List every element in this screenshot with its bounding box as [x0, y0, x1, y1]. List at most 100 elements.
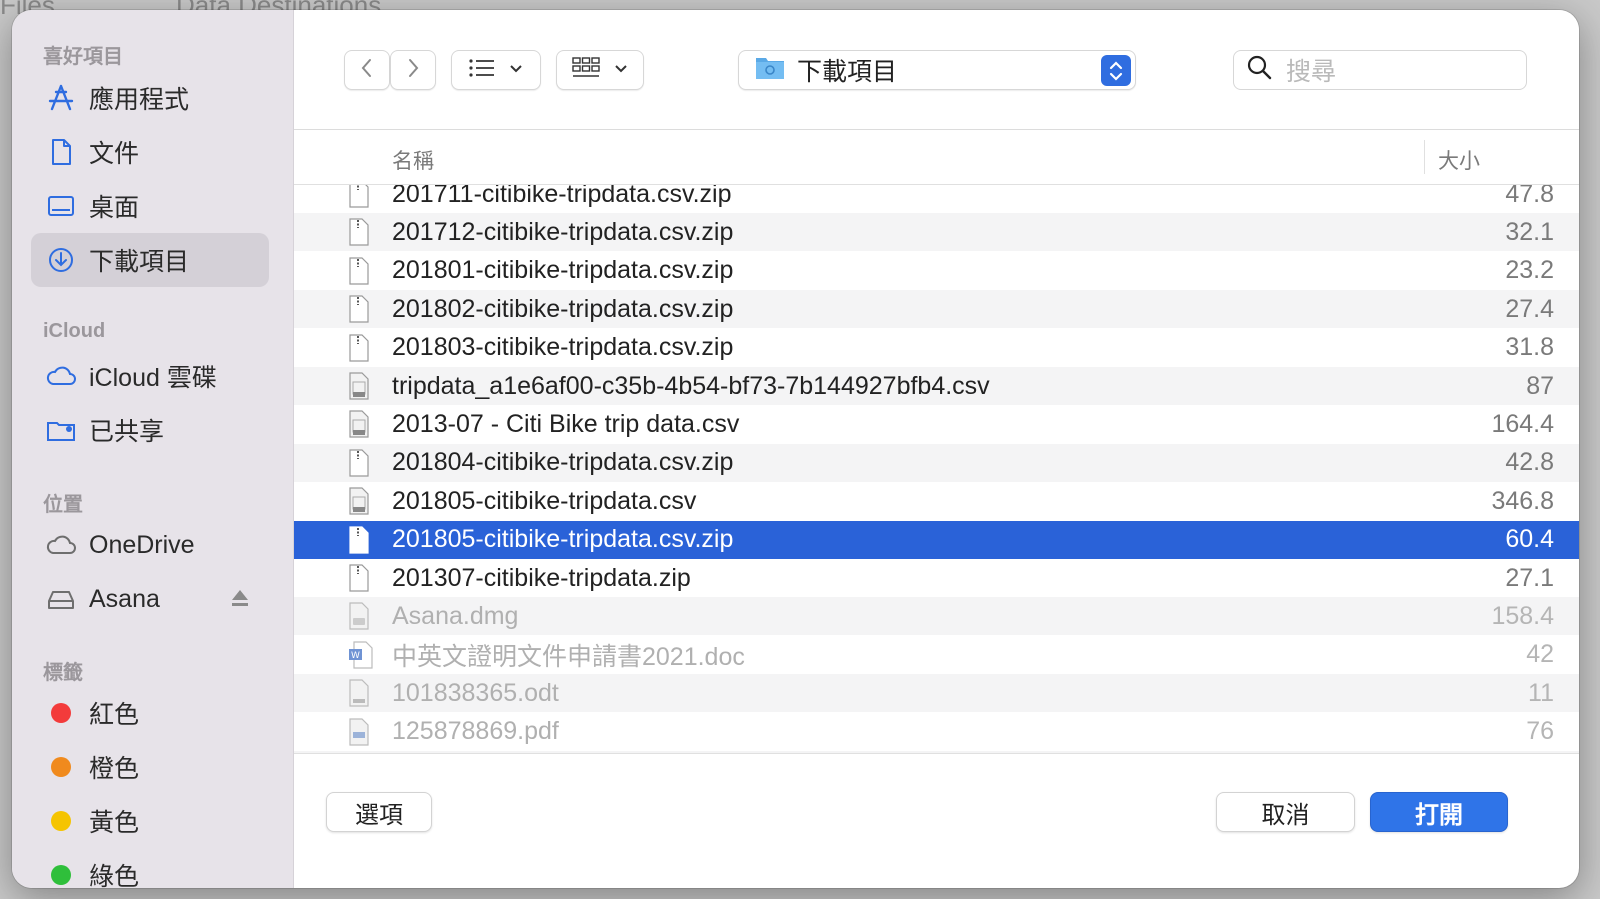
file-row[interactable]: 201712-citibike-tripdata.csv.zip 32.1	[294, 213, 1579, 253]
location-popup[interactable]: 下載項目	[738, 50, 1136, 90]
file-size: 42.8	[1505, 448, 1554, 477]
column-header-size[interactable]: 大小	[1438, 145, 1480, 175]
sidebar-item-applications[interactable]: 應用程式	[31, 71, 269, 125]
file-row[interactable]: W 中英文證明文件申請書2021.doc 42	[294, 636, 1579, 674]
file-row[interactable]: 201307-citibike-tripdata.zip 27.1	[294, 559, 1579, 597]
section-locations: 位置	[43, 494, 83, 516]
sidebar-item-label: 桌面	[89, 194, 140, 222]
open-button[interactable]: 打開	[1370, 792, 1508, 832]
sidebar-item-desktop[interactable]: 桌面	[31, 179, 269, 233]
file-size: 158.4	[1491, 601, 1554, 630]
file-row[interactable]: 101838365.odt 11	[294, 674, 1579, 714]
file-row[interactable]: Asana.dmg 158.4	[294, 597, 1579, 637]
sidebar-item-tag-yellow[interactable]: 黃色	[31, 794, 269, 848]
sidebar-item-shared[interactable]: 已共享	[31, 403, 269, 457]
zip-file-icon	[348, 218, 370, 253]
zip-file-icon	[348, 295, 370, 330]
sidebar-item-tag-red[interactable]: 紅色	[31, 686, 269, 740]
sidebar-item-label: Asana	[89, 584, 160, 613]
sidebar-item-label: 已共享	[89, 418, 165, 446]
back-button[interactable]	[344, 50, 390, 90]
file-row[interactable]: 201711-citibike-tripdata.csv.zip 47.8	[294, 185, 1579, 213]
sidebar-item-documents[interactable]: 文件	[31, 125, 269, 179]
column-divider[interactable]	[1424, 140, 1425, 174]
downloads-icon	[45, 244, 77, 276]
file-name: 201307-citibike-tripdata.zip	[392, 563, 691, 592]
sidebar-item-label: OneDrive	[89, 530, 195, 559]
file-row[interactable]: tripdata_a1e6af00-c35b-4b54-bf73-7b14492…	[294, 367, 1579, 405]
chevron-left-icon	[359, 57, 375, 84]
file-name: 201802-citibike-tripdata.csv.zip	[392, 294, 734, 323]
csv-file-icon	[348, 487, 370, 522]
file-size: 42	[1526, 640, 1554, 669]
list-view-button[interactable]	[451, 50, 541, 90]
chevron-down-icon	[614, 61, 628, 79]
disk-icon	[45, 583, 77, 615]
file-list[interactable]: 201711-citibike-tripdata.csv.zip 47.8 2017…	[294, 185, 1579, 753]
csv-file-icon	[348, 372, 370, 407]
search-field[interactable]: 搜尋	[1233, 50, 1527, 90]
pdf-file-icon	[348, 717, 370, 753]
odt-file-icon	[348, 679, 370, 714]
chevron-right-icon	[405, 57, 421, 84]
sidebar-item-tag-orange[interactable]: 橙色	[31, 740, 269, 794]
file-name: 2013-07 - Citi Bike trip data.csv	[392, 409, 740, 438]
eject-icon[interactable]	[229, 587, 251, 616]
tag-orange-dot	[51, 757, 71, 777]
file-size: 76	[1526, 717, 1554, 746]
icloud-icon	[45, 360, 77, 392]
file-size: 87	[1526, 371, 1554, 400]
file-name: 201801-citibike-tripdata.csv.zip	[392, 256, 734, 285]
sidebar-item-label: 橙色	[89, 755, 140, 783]
zip-file-icon	[348, 525, 370, 561]
sidebar-item-label: iCloud 雲碟	[89, 364, 217, 392]
file-row[interactable]: 201801-citibike-tripdata.csv.zip 23.2	[294, 252, 1579, 290]
sidebar-item-label: 文件	[89, 140, 140, 168]
zip-file-icon	[348, 449, 370, 484]
open-file-dialog: 喜好項目 應用程式 文件 桌面 下載項目 iCloud iCloud 雲碟 已共…	[12, 10, 1579, 888]
zip-file-icon	[348, 257, 370, 292]
file-name: tripdata_a1e6af00-c35b-4b54-bf73-7b14492…	[392, 371, 990, 400]
sidebar-item-label: 紅色	[89, 701, 140, 729]
grid-icon	[572, 56, 600, 84]
sidebar: 喜好項目 應用程式 文件 桌面 下載項目 iCloud iCloud 雲碟 已共…	[12, 10, 294, 888]
desktop-icon	[45, 190, 77, 222]
toolbar: 下載項目 搜尋	[294, 10, 1579, 130]
zip-file-icon	[348, 564, 370, 599]
cancel-button[interactable]: 取消	[1216, 792, 1355, 832]
sidebar-item-onedrive[interactable]: OneDrive	[31, 518, 269, 572]
file-row[interactable]: 201805-citibike-tripdata.csv 346.8	[294, 482, 1579, 520]
file-row[interactable]: 2013-07 - Citi Bike trip data.csv 164.4	[294, 405, 1579, 443]
shared-folder-icon	[45, 414, 77, 446]
options-button[interactable]: 選項	[326, 792, 432, 832]
search-placeholder: 搜尋	[1286, 58, 1337, 86]
forward-button[interactable]	[390, 50, 436, 90]
tag-red-dot	[51, 703, 71, 723]
tag-yellow-dot	[51, 811, 71, 831]
file-row[interactable]: 201805-citibike-tripdata.csv.zip 60.4	[294, 520, 1579, 561]
file-row[interactable]: 201804-citibike-tripdata.csv.zip 42.8	[294, 443, 1579, 484]
column-header-name[interactable]: 名稱	[392, 145, 434, 175]
sidebar-item-tag-green[interactable]: 綠色	[31, 848, 269, 888]
sidebar-item-downloads[interactable]: 下載項目	[31, 233, 269, 287]
csv-file-icon	[348, 410, 370, 445]
file-row[interactable]: 201802-citibike-tripdata.csv.zip 27.4	[294, 290, 1579, 330]
location-label: 下載項目	[797, 58, 898, 86]
document-icon	[45, 136, 77, 168]
file-name: 201803-citibike-tripdata.csv.zip	[392, 333, 734, 362]
dmg-file-icon	[348, 602, 370, 637]
sidebar-item-label: 黃色	[89, 809, 140, 837]
file-row[interactable]: 201803-citibike-tripdata.csv.zip 31.8	[294, 329, 1579, 367]
sidebar-item-asana[interactable]: Asana	[31, 572, 269, 626]
folder-icon	[755, 54, 785, 87]
file-row[interactable]: 125878869.pdf 76	[294, 713, 1579, 751]
file-size: 346.8	[1491, 486, 1554, 515]
file-name: 201712-citibike-tripdata.csv.zip	[392, 217, 734, 246]
sidebar-item-label: 綠色	[89, 863, 140, 888]
file-size: 23.2	[1505, 256, 1554, 285]
list-header: 名稱 大小	[294, 130, 1579, 185]
gallery-view-button[interactable]	[556, 50, 644, 90]
list-divider	[294, 753, 1579, 754]
file-name: Asana.dmg	[392, 601, 519, 630]
sidebar-item-icloud-drive[interactable]: iCloud 雲碟	[31, 349, 269, 403]
